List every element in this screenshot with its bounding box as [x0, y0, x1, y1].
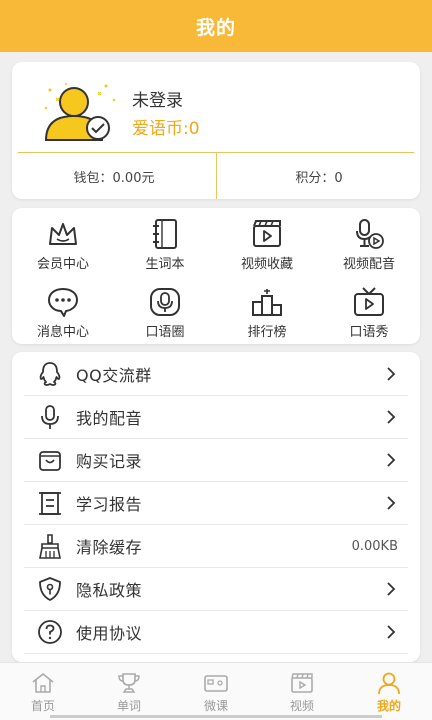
list-item-label: 我的配音 — [76, 409, 143, 428]
grid-item-speaking-circle[interactable]: 口语圈 — [114, 286, 216, 350]
list-item-my-dubbing[interactable]: 我的配音 — [24, 396, 408, 439]
microphone-box-icon — [150, 288, 180, 316]
list-item-label: QQ交流群 — [76, 366, 152, 385]
chevron-right-icon — [387, 582, 396, 596]
tab-micro-lessons[interactable]: 微课 — [173, 663, 259, 720]
shopping-bag-icon — [39, 451, 61, 471]
tab-videos[interactable]: 视频 — [259, 663, 345, 720]
list-item-label: 购买记录 — [76, 452, 143, 471]
chevron-right-icon — [387, 410, 396, 424]
grid-label: 消息中心 — [36, 325, 89, 340]
points-balance[interactable]: 积分：0 — [217, 153, 421, 199]
avatar-icon[interactable] — [36, 78, 120, 144]
notebook-icon — [153, 219, 177, 249]
list-item-label: 隐私政策 — [76, 581, 143, 600]
tab-label: 单词 — [116, 698, 141, 713]
grid-label: 视频配音 — [342, 257, 395, 272]
tv-play-icon — [354, 287, 384, 316]
clapper-icon — [291, 672, 313, 693]
grid-item-speaking-show[interactable]: 口语秀 — [318, 286, 420, 350]
feature-grid: 会员中心 生词本 视频收藏 视频配音 消息中心 口语圈 排行榜 口语秀 — [12, 208, 420, 344]
tab-label: 视频 — [289, 698, 314, 713]
tab-label: 微课 — [203, 698, 228, 713]
grid-label: 生词本 — [145, 257, 185, 272]
list-item-purchase-history[interactable]: 购买记录 — [24, 439, 408, 482]
home-icon — [32, 672, 54, 693]
grid-item-video-favorites[interactable]: 视频收藏 — [216, 218, 318, 282]
page-title: 我的 — [195, 16, 236, 39]
top-bar: 我的 — [0, 0, 432, 52]
microphone-play-icon — [356, 219, 384, 249]
list-item-label: 学习报告 — [76, 495, 143, 514]
chevron-right-icon — [387, 496, 396, 510]
trophy-icon — [118, 672, 140, 693]
profile-card: 未登录 爱语币:0 钱包：0.00元 积分：0 — [12, 62, 420, 199]
tab-words[interactable]: 单词 — [86, 663, 172, 720]
list-item-privacy-policy[interactable]: 隐私政策 — [24, 568, 408, 611]
question-icon — [38, 620, 62, 644]
tab-home[interactable]: 首页 — [0, 663, 86, 720]
list-item-terms-of-use[interactable]: 使用协议 — [24, 611, 408, 654]
grid-item-leaderboard[interactable]: 排行榜 — [216, 286, 318, 350]
list-item-label: 清除缓存 — [76, 538, 143, 557]
grid-label: 口语秀 — [349, 325, 389, 340]
grid-label: 会员中心 — [36, 257, 89, 272]
list-item-label: 使用协议 — [76, 624, 143, 643]
list-item-study-report[interactable]: 学习报告 — [24, 482, 408, 525]
tab-label: 首页 — [30, 698, 55, 713]
grid-item-vip-center[interactable]: 会员中心 — [12, 218, 114, 282]
grid-label: 口语圈 — [145, 325, 185, 340]
chat-bubble-icon — [48, 288, 78, 317]
username-label[interactable]: 未登录 — [132, 86, 183, 111]
grid-label: 排行榜 — [247, 325, 287, 340]
home-indicator — [50, 715, 382, 718]
user-icon — [378, 672, 400, 694]
camera-icon — [204, 674, 228, 692]
grid-item-messages[interactable]: 消息中心 — [12, 286, 114, 350]
report-icon — [39, 492, 61, 515]
grid-label: 视频收藏 — [240, 257, 293, 272]
list-item-qq-group[interactable]: QQ交流群 — [24, 353, 408, 396]
shield-lock-icon — [39, 577, 61, 601]
podium-icon — [252, 289, 282, 316]
settings-list: QQ交流群 我的配音 购买记录 学习报告 清除缓存 0.00KB 隐私政策 使用… — [12, 352, 420, 662]
microphone-icon — [41, 405, 59, 429]
chevron-right-icon — [387, 453, 396, 467]
broom-icon — [39, 534, 61, 559]
crown-icon — [49, 223, 77, 245]
grid-item-video-dubbing[interactable]: 视频配音 — [318, 218, 420, 282]
grid-item-vocab-book[interactable]: 生词本 — [114, 218, 216, 282]
coin-balance: 爱语币:0 — [132, 119, 200, 139]
chevron-right-icon — [387, 367, 396, 381]
qq-icon — [39, 362, 61, 386]
list-item-clear-cache[interactable]: 清除缓存 0.00KB — [24, 525, 408, 568]
video-clapper-icon — [253, 220, 281, 247]
cache-size-value: 0.00KB — [351, 538, 398, 554]
bottom-tab-bar: 首页 单词 微课 视频 我的 — [0, 662, 432, 720]
chevron-right-icon — [387, 625, 396, 639]
wallet-balance[interactable]: 钱包：0.00元 — [12, 153, 216, 199]
tab-label: 我的 — [376, 698, 401, 713]
tab-me[interactable]: 我的 — [346, 663, 432, 720]
